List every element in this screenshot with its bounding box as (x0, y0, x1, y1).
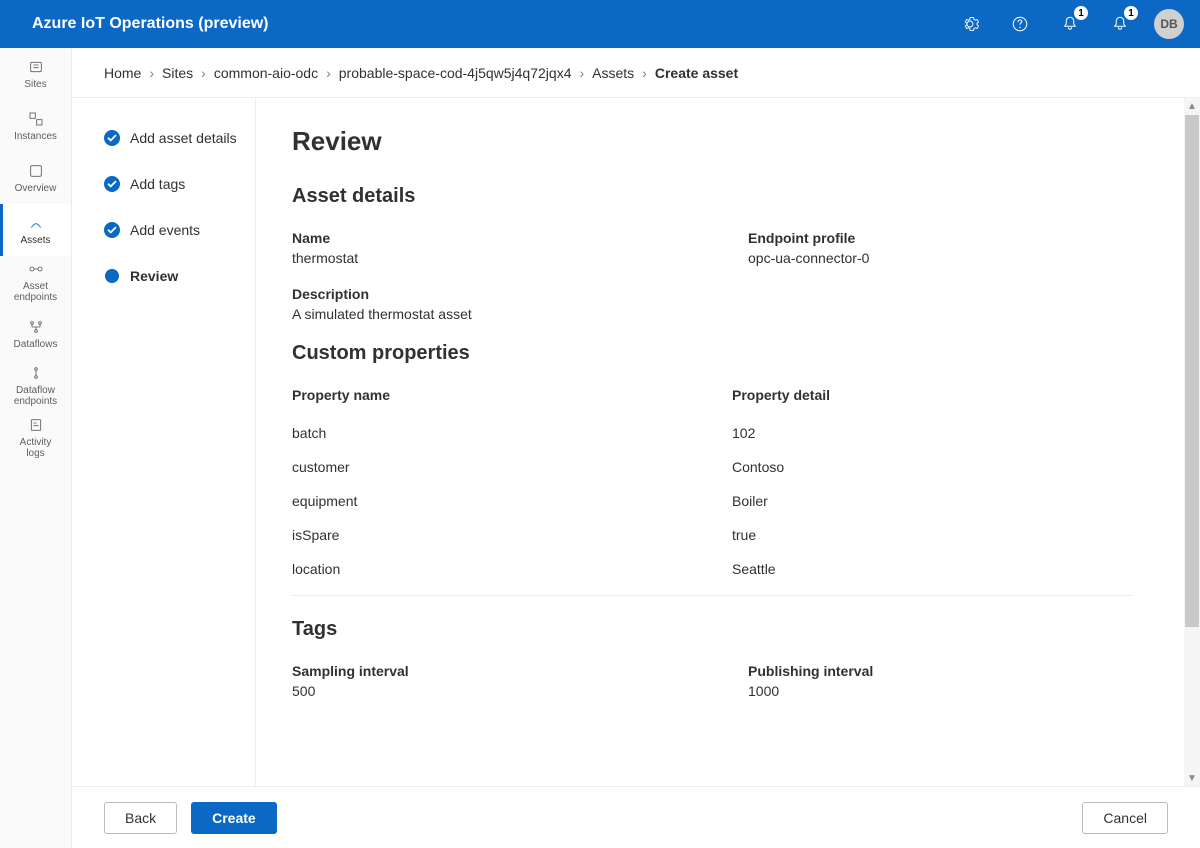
custom-props-table: Property name Property detail batch102 c… (292, 387, 1132, 577)
endpoint-profile-label: Endpoint profile (748, 230, 1164, 246)
crumb-sites[interactable]: Sites (162, 65, 193, 81)
endpoint-profile-value: opc-ua-connector-0 (748, 250, 1164, 266)
check-icon (104, 130, 120, 146)
scroll-thumb[interactable] (1185, 115, 1199, 627)
asset-details-heading: Asset details (292, 185, 1164, 208)
check-icon (104, 176, 120, 192)
step-label: Add events (130, 222, 200, 238)
nav-instances-label: Instances (14, 131, 57, 142)
scrollbar[interactable]: ▲ ▼ (1184, 98, 1200, 786)
cancel-button[interactable]: Cancel (1082, 802, 1168, 834)
dot-icon (104, 268, 120, 284)
table-row: isSparetrue (292, 527, 1132, 543)
help-icon[interactable] (1004, 8, 1036, 40)
wizard-footer: Back Create Cancel (72, 786, 1200, 848)
scroll-up-icon[interactable]: ▲ (1184, 98, 1200, 114)
top-actions: 1 1 DB (954, 8, 1184, 40)
create-button[interactable]: Create (191, 802, 277, 834)
name-label: Name (292, 230, 708, 246)
step-asset-details[interactable]: Add asset details (104, 130, 237, 146)
back-button[interactable]: Back (104, 802, 177, 834)
step-add-tags[interactable]: Add tags (104, 176, 237, 192)
nav-overview[interactable]: Overview (0, 152, 71, 204)
ringer-icon-2[interactable]: 1 (1104, 8, 1136, 40)
step-label: Add tags (130, 176, 185, 192)
notif-badge-1: 1 (1074, 6, 1088, 20)
prop-name-header: Property name (292, 387, 692, 403)
crumb-home[interactable]: Home (104, 65, 141, 81)
nav-dataflows[interactable]: Dataflows (0, 308, 71, 360)
nav-sites[interactable]: Sites (0, 48, 71, 100)
dataflow-endpoints-icon (28, 365, 44, 381)
prop-detail-header: Property detail (732, 387, 1132, 403)
notif-badge-2: 1 (1124, 6, 1138, 20)
nav-dataflow-endpoints-label: Dataflow endpoints (14, 385, 57, 407)
user-avatar[interactable]: DB (1154, 9, 1184, 39)
table-row: equipmentBoiler (292, 493, 1132, 509)
side-nav: Sites Instances Overview Assets Asset en… (0, 48, 72, 848)
nav-dataflow-endpoints[interactable]: Dataflow endpoints (0, 360, 71, 412)
step-review[interactable]: Review (104, 268, 237, 284)
breadcrumb: Home› Sites› common-aio-odc› probable-sp… (72, 48, 1200, 98)
dataflows-icon (28, 319, 44, 335)
crumb-current: Create asset (655, 65, 738, 81)
description-value: A simulated thermostat asset (292, 306, 1164, 322)
check-icon (104, 222, 120, 238)
table-row: batch102 (292, 425, 1132, 441)
table-row: customerContoso (292, 459, 1132, 475)
nav-overview-label: Overview (15, 183, 57, 194)
scroll-down-icon[interactable]: ▼ (1184, 770, 1200, 786)
sampling-label: Sampling interval (292, 663, 708, 679)
step-label: Review (130, 268, 178, 284)
crumb-instance[interactable]: probable-space-cod-4j5qw5j4q72jqx4 (339, 65, 572, 81)
description-label: Description (292, 286, 1164, 302)
publishing-label: Publishing interval (748, 663, 1164, 679)
divider (292, 595, 1132, 596)
step-label: Add asset details (130, 130, 237, 146)
nav-assets[interactable]: Assets (0, 204, 71, 256)
instances-icon (28, 111, 44, 127)
wizard-steps: Add asset details Add tags Add events Re… (72, 98, 256, 786)
crumb-assets[interactable]: Assets (592, 65, 634, 81)
sampling-value: 500 (292, 683, 708, 699)
sites-icon (28, 59, 44, 75)
nav-asset-endpoints[interactable]: Asset endpoints (0, 256, 71, 308)
settings-gear-icon[interactable] (954, 8, 986, 40)
activity-logs-icon (28, 417, 44, 433)
assets-icon (28, 215, 44, 231)
nav-dataflows-label: Dataflows (14, 339, 58, 350)
crumb-site[interactable]: common-aio-odc (214, 65, 318, 81)
table-row: locationSeattle (292, 561, 1132, 577)
tags-heading: Tags (292, 618, 1164, 641)
name-value: thermostat (292, 250, 708, 266)
top-bar: Azure IoT Operations (preview) 1 1 DB (0, 0, 1200, 48)
review-content: Review Asset details Name thermostat End… (256, 98, 1200, 786)
app-title: Azure IoT Operations (preview) (32, 15, 268, 33)
nav-instances[interactable]: Instances (0, 100, 71, 152)
custom-props-heading: Custom properties (292, 342, 1164, 365)
nav-asset-endpoints-label: Asset endpoints (14, 281, 57, 303)
asset-endpoints-icon (28, 261, 44, 277)
nav-sites-label: Sites (24, 79, 46, 90)
step-add-events[interactable]: Add events (104, 222, 237, 238)
overview-icon (28, 163, 44, 179)
page-title: Review (292, 126, 1164, 157)
ringer-icon-1[interactable]: 1 (1054, 8, 1086, 40)
nav-activity-logs-label: Activity logs (20, 437, 52, 459)
nav-activity-logs[interactable]: Activity logs (0, 412, 71, 464)
nav-assets-label: Assets (20, 235, 50, 246)
publishing-value: 1000 (748, 683, 1164, 699)
